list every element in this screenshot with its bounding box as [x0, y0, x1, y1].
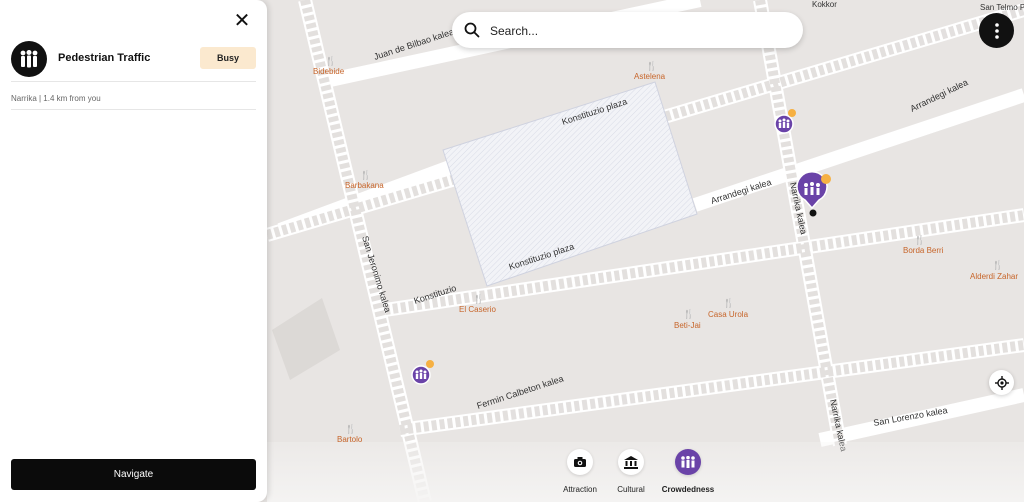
poi-san-telmo[interactable]: San Telmo P [980, 3, 1024, 12]
poi-beti-jai[interactable]: Beti-Jai [674, 321, 701, 330]
restaurant-icon: 🍴 [723, 297, 734, 309]
poi-casa-urola[interactable]: Casa Urola [708, 310, 749, 319]
poi-alderdi-zahar[interactable]: Alderdi Zahar [970, 272, 1018, 281]
camera-icon [567, 449, 593, 475]
search-input[interactable] [488, 12, 792, 50]
poi-bidebide[interactable]: Bidebide [313, 67, 345, 76]
restaurant-icon: 🍴 [345, 423, 356, 435]
restaurant-icon: 🍴 [683, 308, 694, 320]
category-crowdedness[interactable]: Crowdedness [653, 449, 723, 494]
poi-borda-berri[interactable]: Borda Berri [903, 246, 944, 255]
poi-astelena[interactable]: Astelena [634, 72, 666, 81]
search-bar [452, 12, 803, 50]
museum-icon [618, 449, 644, 475]
search-icon [464, 22, 480, 43]
restaurant-icon: 🍴 [992, 259, 1003, 271]
close-button[interactable]: ✕ [232, 11, 252, 31]
status-badge: Busy [200, 47, 256, 69]
location-info: Narrika | 1.4 km from you [11, 94, 101, 103]
people-icon [675, 449, 701, 475]
more-options-button[interactable] [979, 13, 1014, 48]
restaurant-icon: 🍴 [473, 293, 484, 305]
restaurant-icon: 🍴 [646, 60, 657, 72]
detail-panel: ✕ Pedestrian Traffic Busy Narrika | 1.4 … [0, 0, 267, 502]
panel-title: Pedestrian Traffic [58, 52, 151, 64]
restaurant-icon: 🍴 [914, 234, 925, 246]
divider [11, 81, 256, 82]
poi-barbakana[interactable]: Barbakana [345, 181, 384, 190]
locate-me-button[interactable] [989, 370, 1014, 395]
divider [11, 109, 256, 110]
restaurant-icon: 🍴 [360, 169, 371, 181]
category-label: Crowdedness [661, 485, 715, 494]
poi-el-caserio[interactable]: El Caserio [459, 305, 496, 314]
kebab-menu-icon [994, 22, 999, 39]
pedestrian-icon [11, 41, 47, 77]
restaurant-icon: 🍴 [325, 55, 336, 67]
navigate-button[interactable]: Navigate [11, 459, 256, 490]
poi-kokkor[interactable]: Kokkor [812, 0, 837, 9]
crosshair-icon [994, 375, 1009, 390]
